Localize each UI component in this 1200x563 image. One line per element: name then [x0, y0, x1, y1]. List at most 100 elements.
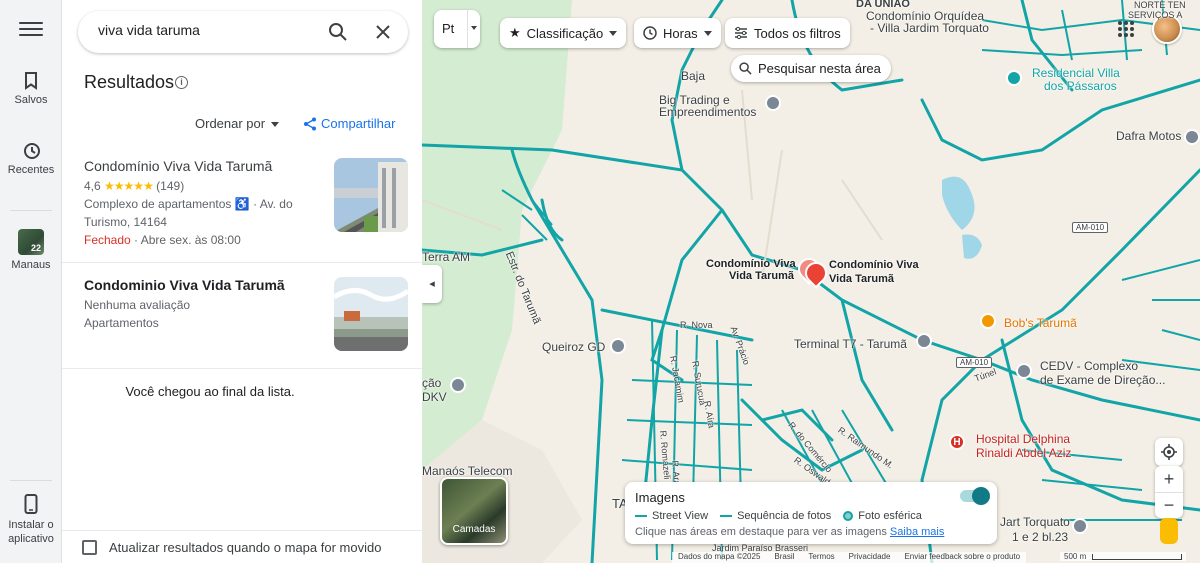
- clock-icon: [643, 26, 657, 40]
- info-icon[interactable]: i: [175, 76, 188, 89]
- search-icon: [739, 62, 752, 75]
- result-photo[interactable]: [334, 158, 408, 232]
- rail-divider: [10, 210, 52, 211]
- layers-button[interactable]: Camadas: [440, 477, 508, 545]
- search-icon[interactable]: [328, 22, 348, 42]
- my-location-button[interactable]: [1155, 438, 1183, 466]
- collapse-panel-button[interactable]: ◂: [422, 265, 442, 303]
- attrib-terms[interactable]: Termos: [808, 552, 834, 563]
- chip-hours[interactable]: Horas: [634, 18, 721, 48]
- transit-pin-icon[interactable]: [916, 333, 932, 349]
- chip-hours-label: Horas: [663, 25, 698, 41]
- attrib-privacy[interactable]: Privacidade: [849, 552, 891, 563]
- map-label: Queiroz GD: [542, 340, 606, 354]
- star-icon: ★: [509, 25, 521, 40]
- legend-street-view-label: Street View: [652, 510, 709, 522]
- imagery-hint: Clique nas áreas em destaque para ver as…: [635, 526, 944, 538]
- share-label: Compartilhar: [321, 116, 396, 131]
- map-label: Terminal T7 - Tarumã: [794, 337, 907, 351]
- business-pin-icon[interactable]: [610, 338, 626, 354]
- map-label: NORTE TEN: [1134, 0, 1186, 10]
- star-rating-icon: ★★★★★: [104, 179, 154, 193]
- rating-text: Nenhuma avaliação: [84, 298, 191, 312]
- map-label: dos Pássaros: [1044, 79, 1117, 93]
- business-pin-icon[interactable]: [765, 95, 781, 111]
- sort-button[interactable]: Ordenar por: [195, 116, 280, 131]
- search-this-area-button[interactable]: Pesquisar nesta área: [731, 55, 891, 82]
- zoom-out-button[interactable]: −: [1155, 492, 1183, 518]
- hours-row: Fechado · Abre sex. às 08:00: [84, 233, 241, 247]
- imagery-hint-text: Clique nas áreas em destaque para ver as…: [635, 526, 887, 538]
- rail-recent[interactable]: Recentes: [0, 142, 62, 176]
- crosshair-icon: [1161, 444, 1177, 460]
- caret-down-icon: [271, 122, 280, 128]
- result-photo[interactable]: [334, 277, 408, 351]
- pegman-icon[interactable]: [1160, 518, 1178, 544]
- rail-saved-label: Salvos: [14, 94, 48, 106]
- google-maps-app: Salvos Recentes 22 Manaus Instalar o apl…: [0, 0, 1200, 563]
- map-label: de Exame de Direção...: [1040, 373, 1166, 387]
- button-separator: [467, 10, 468, 48]
- bookmark-icon: [25, 72, 37, 90]
- close-icon[interactable]: [373, 22, 393, 42]
- chip-rating[interactable]: ★ Classificação: [500, 18, 627, 48]
- residential-pin-icon[interactable]: [1006, 70, 1022, 86]
- legend-photo-sequence: Sequência de fotos: [720, 510, 831, 522]
- result-card[interactable]: Condominio Viva Vida Tarumã Nenhuma aval…: [62, 270, 422, 366]
- chip-all-filters-label: Todos os filtros: [754, 25, 841, 41]
- zoom-in-button[interactable]: +: [1155, 466, 1183, 492]
- school-pin-icon[interactable]: [1016, 363, 1032, 379]
- result-name[interactable]: Condomínio Viva Vida Tarumã: [84, 158, 272, 174]
- imagery-toggle[interactable]: [960, 487, 990, 505]
- imagery-legend-panel: Imagens Street View Sequência de fotos F…: [625, 482, 997, 544]
- place-thumbnail: 22: [18, 229, 44, 255]
- rail-install-app[interactable]: Instalar o aplicativo: [0, 494, 62, 546]
- museum-pin-icon[interactable]: [450, 377, 466, 393]
- language-toggle-button[interactable]: Pt: [434, 10, 480, 48]
- map-canvas[interactable]: ◂ Pt ★ Classificação Horas Todos os filt…: [422, 0, 1200, 563]
- caret-down-icon: [703, 30, 712, 36]
- chip-rating-label: Classificação: [526, 25, 604, 41]
- rating-row: 4,6 ★★★★★ (149): [84, 179, 184, 193]
- attrib-country[interactable]: Brasil: [774, 552, 794, 563]
- filters-icon: [735, 26, 747, 40]
- chip-all-filters[interactable]: Todos os filtros: [725, 18, 850, 48]
- map-label: - Villa Jardim Torquato: [870, 21, 989, 35]
- hospital-pin-icon[interactable]: H: [949, 434, 965, 450]
- review-count: (149): [156, 179, 185, 193]
- rating-value: 4,6: [84, 179, 101, 193]
- opening-hours: · Abre sex. às 08:00: [134, 233, 241, 247]
- menu-icon[interactable]: [19, 22, 43, 40]
- result-divider: [62, 262, 422, 263]
- solid-line-icon: [635, 515, 647, 518]
- imagery-legend: Street View Sequência de fotos Foto esfé…: [635, 510, 922, 522]
- rail-manaus[interactable]: 22 Manaus: [0, 229, 62, 271]
- caret-down-icon: [471, 26, 477, 30]
- share-button[interactable]: Compartilhar: [303, 116, 395, 131]
- restaurant-pin-icon[interactable]: [980, 313, 996, 329]
- apps-grid-icon[interactable]: [1118, 21, 1134, 37]
- result-name[interactable]: Condominio Viva Vida Tarumã: [84, 277, 285, 293]
- phone-icon: [24, 494, 38, 514]
- rail-saved[interactable]: Salvos: [0, 72, 62, 106]
- attrib-feedback[interactable]: Enviar feedback sobre o produto: [904, 552, 1020, 563]
- map-label: Bob's Tarumã: [1004, 316, 1077, 330]
- learn-more-link[interactable]: Saiba mais: [890, 526, 944, 538]
- business-pin-icon[interactable]: [1184, 129, 1200, 145]
- map-label: Dafra Motos: [1116, 129, 1182, 143]
- result-divider: [62, 368, 422, 369]
- share-icon: [304, 117, 316, 130]
- rail-recent-label: Recentes: [7, 164, 55, 176]
- caret-down-icon: [609, 30, 618, 36]
- results-panel: Resultados i Ordenar por Compartilhar Co…: [62, 0, 422, 563]
- result-card[interactable]: Condomínio Viva Vida Tarumã 4,6 ★★★★★ (1…: [62, 150, 422, 262]
- dashed-line-icon: [720, 515, 733, 518]
- rail-manaus-label: Manaus: [11, 259, 51, 271]
- map-label: Empreendimentos: [659, 105, 757, 119]
- address-start: · Av. do: [253, 197, 293, 211]
- left-rail: Salvos Recentes 22 Manaus Instalar o apl…: [0, 0, 62, 563]
- map-scale[interactable]: 500 m: [1060, 552, 1187, 561]
- search-input[interactable]: [98, 22, 318, 38]
- update-results-checkbox[interactable]: [82, 540, 97, 555]
- business-pin-icon[interactable]: [1072, 518, 1088, 534]
